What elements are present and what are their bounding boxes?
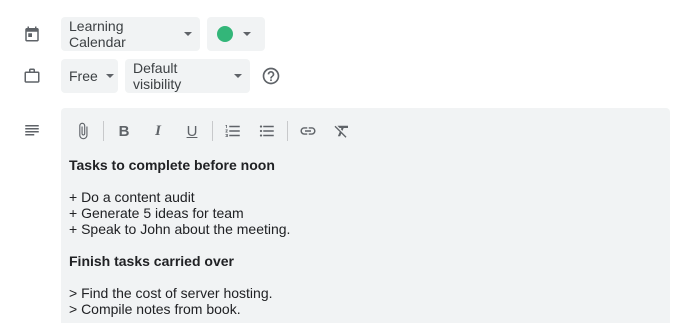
visibility-dropdown[interactable]: Default visibility (125, 59, 250, 93)
list-item: + Speak to John about the meeting. (69, 221, 291, 237)
bulleted-list-icon[interactable] (253, 118, 281, 144)
event-color-dropdown[interactable] (207, 17, 265, 51)
chevron-down-icon (243, 32, 251, 36)
clear-formatting-icon[interactable] (328, 118, 356, 144)
attachment-icon[interactable] (69, 118, 97, 144)
notes-icon (22, 121, 42, 141)
list-item: > Compile notes from book. (69, 301, 241, 317)
underline-button[interactable]: U (178, 118, 206, 144)
list-item: + Generate 5 ideas for team (69, 205, 244, 221)
availability-dropdown-label: Free (69, 68, 98, 84)
toolbar-divider (212, 121, 213, 141)
visibility-dropdown-label: Default visibility (133, 60, 182, 92)
description-editor[interactable]: B I U Tasks to complete before noon + Do… (61, 108, 670, 323)
list-item: + Do a content audit (69, 189, 195, 205)
chevron-down-icon (234, 74, 242, 78)
chevron-down-icon (184, 32, 192, 36)
list-item: > Find the cost of server hosting. (69, 285, 273, 301)
calendar-dropdown-label: Learning Calendar (69, 18, 126, 50)
bold-button[interactable]: B (110, 118, 138, 144)
toolbar-divider (103, 121, 104, 141)
toolbar-divider (287, 121, 288, 141)
availability-dropdown[interactable]: Free (61, 59, 118, 93)
calendar-dropdown[interactable]: Learning Calendar (61, 17, 200, 51)
italic-button[interactable]: I (144, 118, 172, 144)
numbered-list-icon[interactable] (219, 118, 247, 144)
description-heading: Tasks to complete before noon (69, 157, 275, 173)
formatting-toolbar: B I U (69, 118, 362, 144)
description-content[interactable]: Tasks to complete before noon + Do a con… (69, 157, 290, 317)
help-icon[interactable] (261, 66, 281, 86)
description-heading: Finish tasks carried over (69, 253, 234, 269)
link-icon[interactable] (294, 118, 322, 144)
event-color-swatch (217, 26, 233, 42)
calendar-icon (22, 24, 42, 44)
briefcase-icon (22, 66, 42, 86)
chevron-down-icon (105, 74, 114, 78)
